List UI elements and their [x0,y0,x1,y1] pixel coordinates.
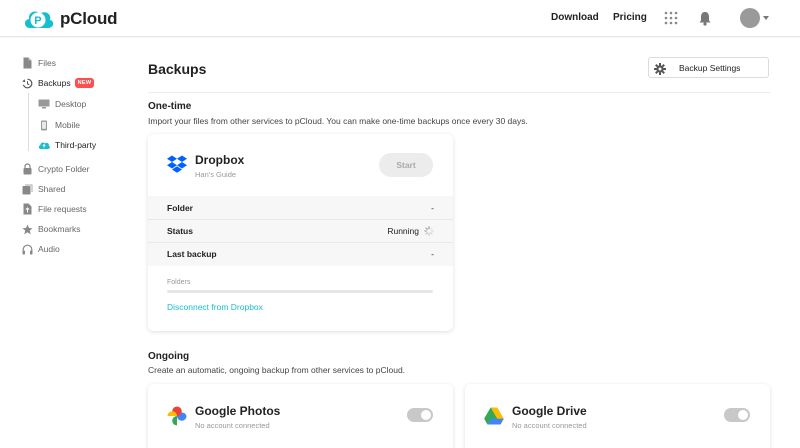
sidebar-item-label: Shared [38,184,66,194]
google-drive-title: Google Drive [512,404,587,418]
google-drive-card: Google Drive No account connected [465,384,770,448]
one-time-description: Import your files from other services to… [148,116,528,126]
sidebar-item-bookmarks[interactable]: Bookmarks [22,222,81,236]
chevron-down-icon[interactable] [763,16,769,20]
dropbox-account: Han's Guide [195,170,237,179]
google-photos-icon [167,406,187,426]
info-value: - [431,203,434,213]
one-time-title: One-time [148,101,192,112]
info-label: Folder [167,203,193,213]
toggle-knob [738,410,748,420]
info-value: - [431,249,434,259]
file-icon [23,57,32,69]
gear-icon [654,63,666,75]
dropbox-title: Dropbox [195,153,245,167]
toggle-knob [421,410,431,420]
backup-settings-label: Backup Settings [679,63,741,73]
info-row-last-backup: Last backup - [167,243,434,265]
google-photos-status: No account connected [195,421,270,430]
google-photos-card: Google Photos No account connected [148,384,453,448]
status-value-wrap: Running [387,226,434,236]
shared-icon [22,184,33,194]
sidebar-item-audio[interactable]: Audio [22,242,60,256]
folders-progress-bar [167,290,433,293]
sidebar-item-label: Crypto Folder [38,164,90,174]
sidebar-item-label: Third-party [55,140,97,150]
main-content: Backups Backup Settings One-time Import … [148,37,770,448]
sidebar-subitem-desktop[interactable]: Desktop [38,97,86,111]
backup-icon [22,78,33,88]
sidebar-item-file-requests[interactable]: File requests [22,202,87,216]
monitor-icon [38,99,50,109]
cloud-icon [38,142,50,149]
sidebar-item-label: File requests [38,204,87,214]
star-icon [22,224,33,234]
sidebar-subitem-mobile[interactable]: Mobile [38,118,80,132]
top-header: P pCloud Download Pricing [0,0,800,37]
logo-text: pCloud [60,9,118,28]
dropbox-card: Dropbox Han's Guide Start Folder - Statu… [148,134,453,331]
nav-pricing-link[interactable]: Pricing [613,12,647,23]
title-divider [148,92,770,93]
sidebar: Files Backups NEW Desktop Mobile Third-p… [0,37,130,448]
apps-grid-icon[interactable] [664,11,678,25]
bell-icon[interactable] [698,11,712,26]
info-value: Running [387,226,419,236]
ongoing-title: Ongoing [148,351,190,362]
new-badge: NEW [74,78,95,88]
disconnect-dropbox-link[interactable]: Disconnect from Dropbox [167,302,263,312]
svg-text:P: P [34,15,41,27]
sidebar-item-label: Files [38,58,56,68]
backup-settings-button[interactable]: Backup Settings [648,57,769,78]
sidebar-item-label: Desktop [55,99,87,109]
file-request-icon [23,203,32,215]
sidebar-item-label: Bookmarks [38,224,81,234]
sidebar-item-files[interactable]: Files [22,56,56,70]
dropbox-icon [167,155,187,173]
page-title: Backups [148,61,207,77]
start-backup-button[interactable]: Start [379,153,433,177]
info-label: Status [167,226,193,236]
user-avatar[interactable] [740,8,760,28]
google-drive-status: No account connected [512,421,587,430]
backup-info-block: Folder - Status Running Last backup - [148,196,453,266]
sidebar-item-backups[interactable]: Backups NEW [22,76,95,90]
info-row-folder: Folder - [167,197,434,219]
sidebar-item-crypto-folder[interactable]: Crypto Folder [22,162,90,176]
phone-icon [41,120,47,130]
sidebar-subitem-third-party[interactable]: Third-party [38,138,96,152]
google-drive-icon [484,407,504,425]
sidebar-item-label: Audio [38,244,60,254]
folders-label: Folders [167,279,191,286]
ongoing-description: Create an automatic, ongoing backup from… [148,365,406,375]
pcloud-logo[interactable]: P pCloud [22,6,118,32]
spinner-icon [424,226,434,236]
tree-line [28,93,29,151]
sidebar-item-shared[interactable]: Shared [22,182,65,196]
google-photos-title: Google Photos [195,404,281,418]
lock-icon [23,163,32,175]
google-drive-toggle[interactable] [724,408,750,422]
nav-download-link[interactable]: Download [551,12,599,23]
info-label: Last backup [167,249,217,259]
info-row-status: Status Running [167,220,434,242]
sidebar-item-label: Mobile [55,120,81,130]
headphones-icon [22,244,33,254]
pcloud-logo-icon: P [24,11,54,28]
sidebar-item-label: Backups [38,78,71,88]
google-photos-toggle[interactable] [407,408,433,422]
